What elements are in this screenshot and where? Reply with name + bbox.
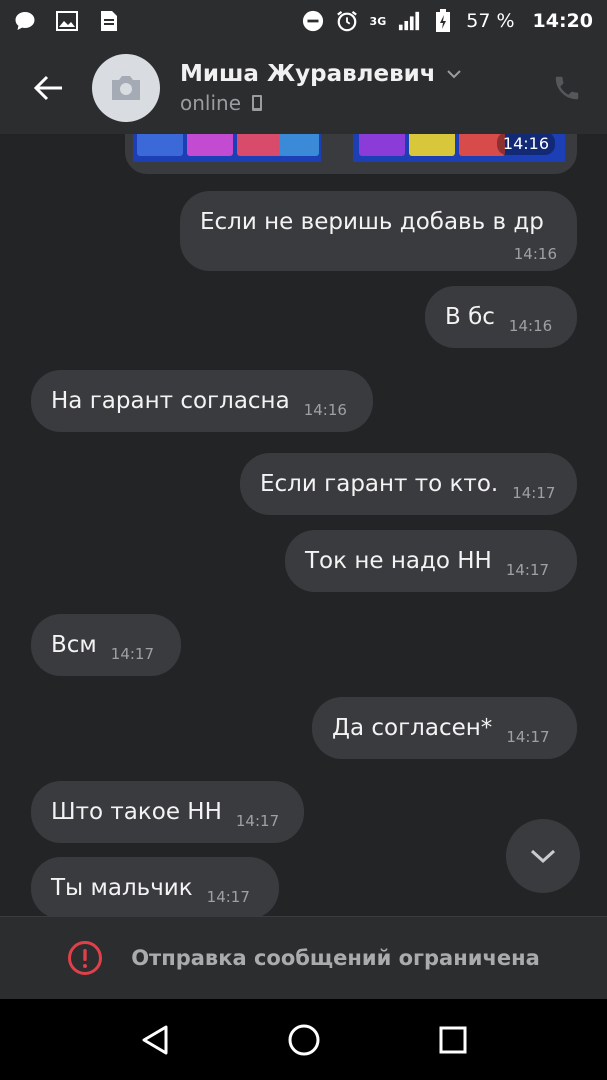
back-button[interactable]	[18, 58, 78, 118]
scroll-to-bottom-button[interactable]	[506, 819, 580, 893]
chat-bubble-icon	[14, 10, 36, 32]
message-incoming[interactable]: Што такое НН 14:17	[31, 781, 304, 843]
message-time: 14:17	[235, 812, 280, 830]
clock: 14:20	[532, 10, 593, 32]
message-text: Если гарант то кто.	[260, 471, 499, 497]
message-outgoing[interactable]: Да согласен* 14:17	[312, 697, 577, 759]
message-text: Ты мальчик	[51, 875, 193, 901]
network-type: 3G	[369, 14, 387, 28]
call-button[interactable]	[549, 70, 585, 106]
contact-info[interactable]: Миша Журавлевич online	[180, 61, 462, 115]
message-text: Если не веришь добавь в др	[200, 209, 544, 235]
message-outgoing[interactable]: В бс 14:16	[425, 286, 577, 348]
camera-icon	[112, 76, 140, 100]
message-text: Ток не надо НН	[305, 548, 492, 574]
message-time: 14:17	[206, 888, 250, 906]
call-icon	[555, 76, 579, 100]
restricted-label: Отправка сообщений ограничена	[131, 946, 540, 970]
avatar[interactable]	[92, 54, 160, 122]
message-list[interactable]: 14:16 Если не веришь добавь в др 14:16 В…	[0, 134, 607, 916]
message-time: 14:17	[110, 645, 155, 663]
message-time: 14:16	[508, 317, 553, 335]
contact-status: online	[180, 91, 242, 115]
image-message[interactable]: 14:16	[125, 134, 577, 174]
phone-device-icon	[252, 95, 263, 111]
message-outgoing[interactable]: Если не веришь добавь в др 14:16	[180, 191, 577, 271]
messaging-restricted-bar: Отправка сообщений ограничена	[0, 916, 607, 999]
message-text: Што такое НН	[51, 799, 222, 825]
nav-back-button[interactable]	[125, 1010, 185, 1070]
message-time: 14:16	[303, 401, 347, 419]
status-bar: 3G 57 % 14:20	[0, 0, 607, 42]
message-text: Да согласен*	[332, 715, 493, 741]
message-text: Всм	[51, 632, 97, 658]
message-time: 14:17	[506, 728, 550, 746]
screenshot-thumbnail[interactable]	[133, 134, 321, 162]
chat-header: Миша Журавлевич online	[0, 42, 607, 134]
battery-level: 57 %	[466, 10, 515, 32]
battery-icon	[432, 9, 454, 32]
image-icon	[56, 10, 78, 32]
do-not-disturb-icon	[302, 10, 324, 32]
message-time: 14:17	[512, 484, 556, 502]
chevron-down-icon	[530, 849, 556, 864]
chevron-down-icon	[446, 70, 461, 79]
message-incoming[interactable]: Всм 14:17	[31, 614, 181, 676]
home-circle-icon	[288, 1024, 319, 1055]
message-text: На гарант согласна	[51, 388, 290, 414]
message-text: В бс	[445, 304, 495, 330]
recents-square-icon	[439, 1026, 466, 1053]
back-triangle-icon	[142, 1025, 167, 1054]
message-outgoing[interactable]: Ток не надо НН 14:17	[285, 530, 577, 592]
image-timestamp: 14:16	[496, 134, 555, 155]
message-time: 14:17	[505, 561, 550, 579]
back-arrow-icon	[33, 75, 62, 101]
alert-circle-icon	[68, 941, 103, 975]
contact-name: Миша Журавлевич	[180, 61, 436, 87]
message-outgoing[interactable]: Если гарант то кто. 14:17	[240, 453, 577, 515]
nav-recents-button[interactable]	[423, 1010, 483, 1070]
document-icon	[98, 10, 120, 32]
message-incoming[interactable]: Ты мальчик 14:17	[31, 857, 279, 916]
alarm-icon	[336, 10, 358, 32]
message-incoming[interactable]: На гарант согласна 14:16	[31, 370, 373, 432]
nav-home-button[interactable]	[274, 1010, 334, 1070]
signal-icon	[398, 10, 420, 32]
message-time: 14:16	[513, 245, 557, 263]
system-nav-bar	[0, 999, 607, 1080]
